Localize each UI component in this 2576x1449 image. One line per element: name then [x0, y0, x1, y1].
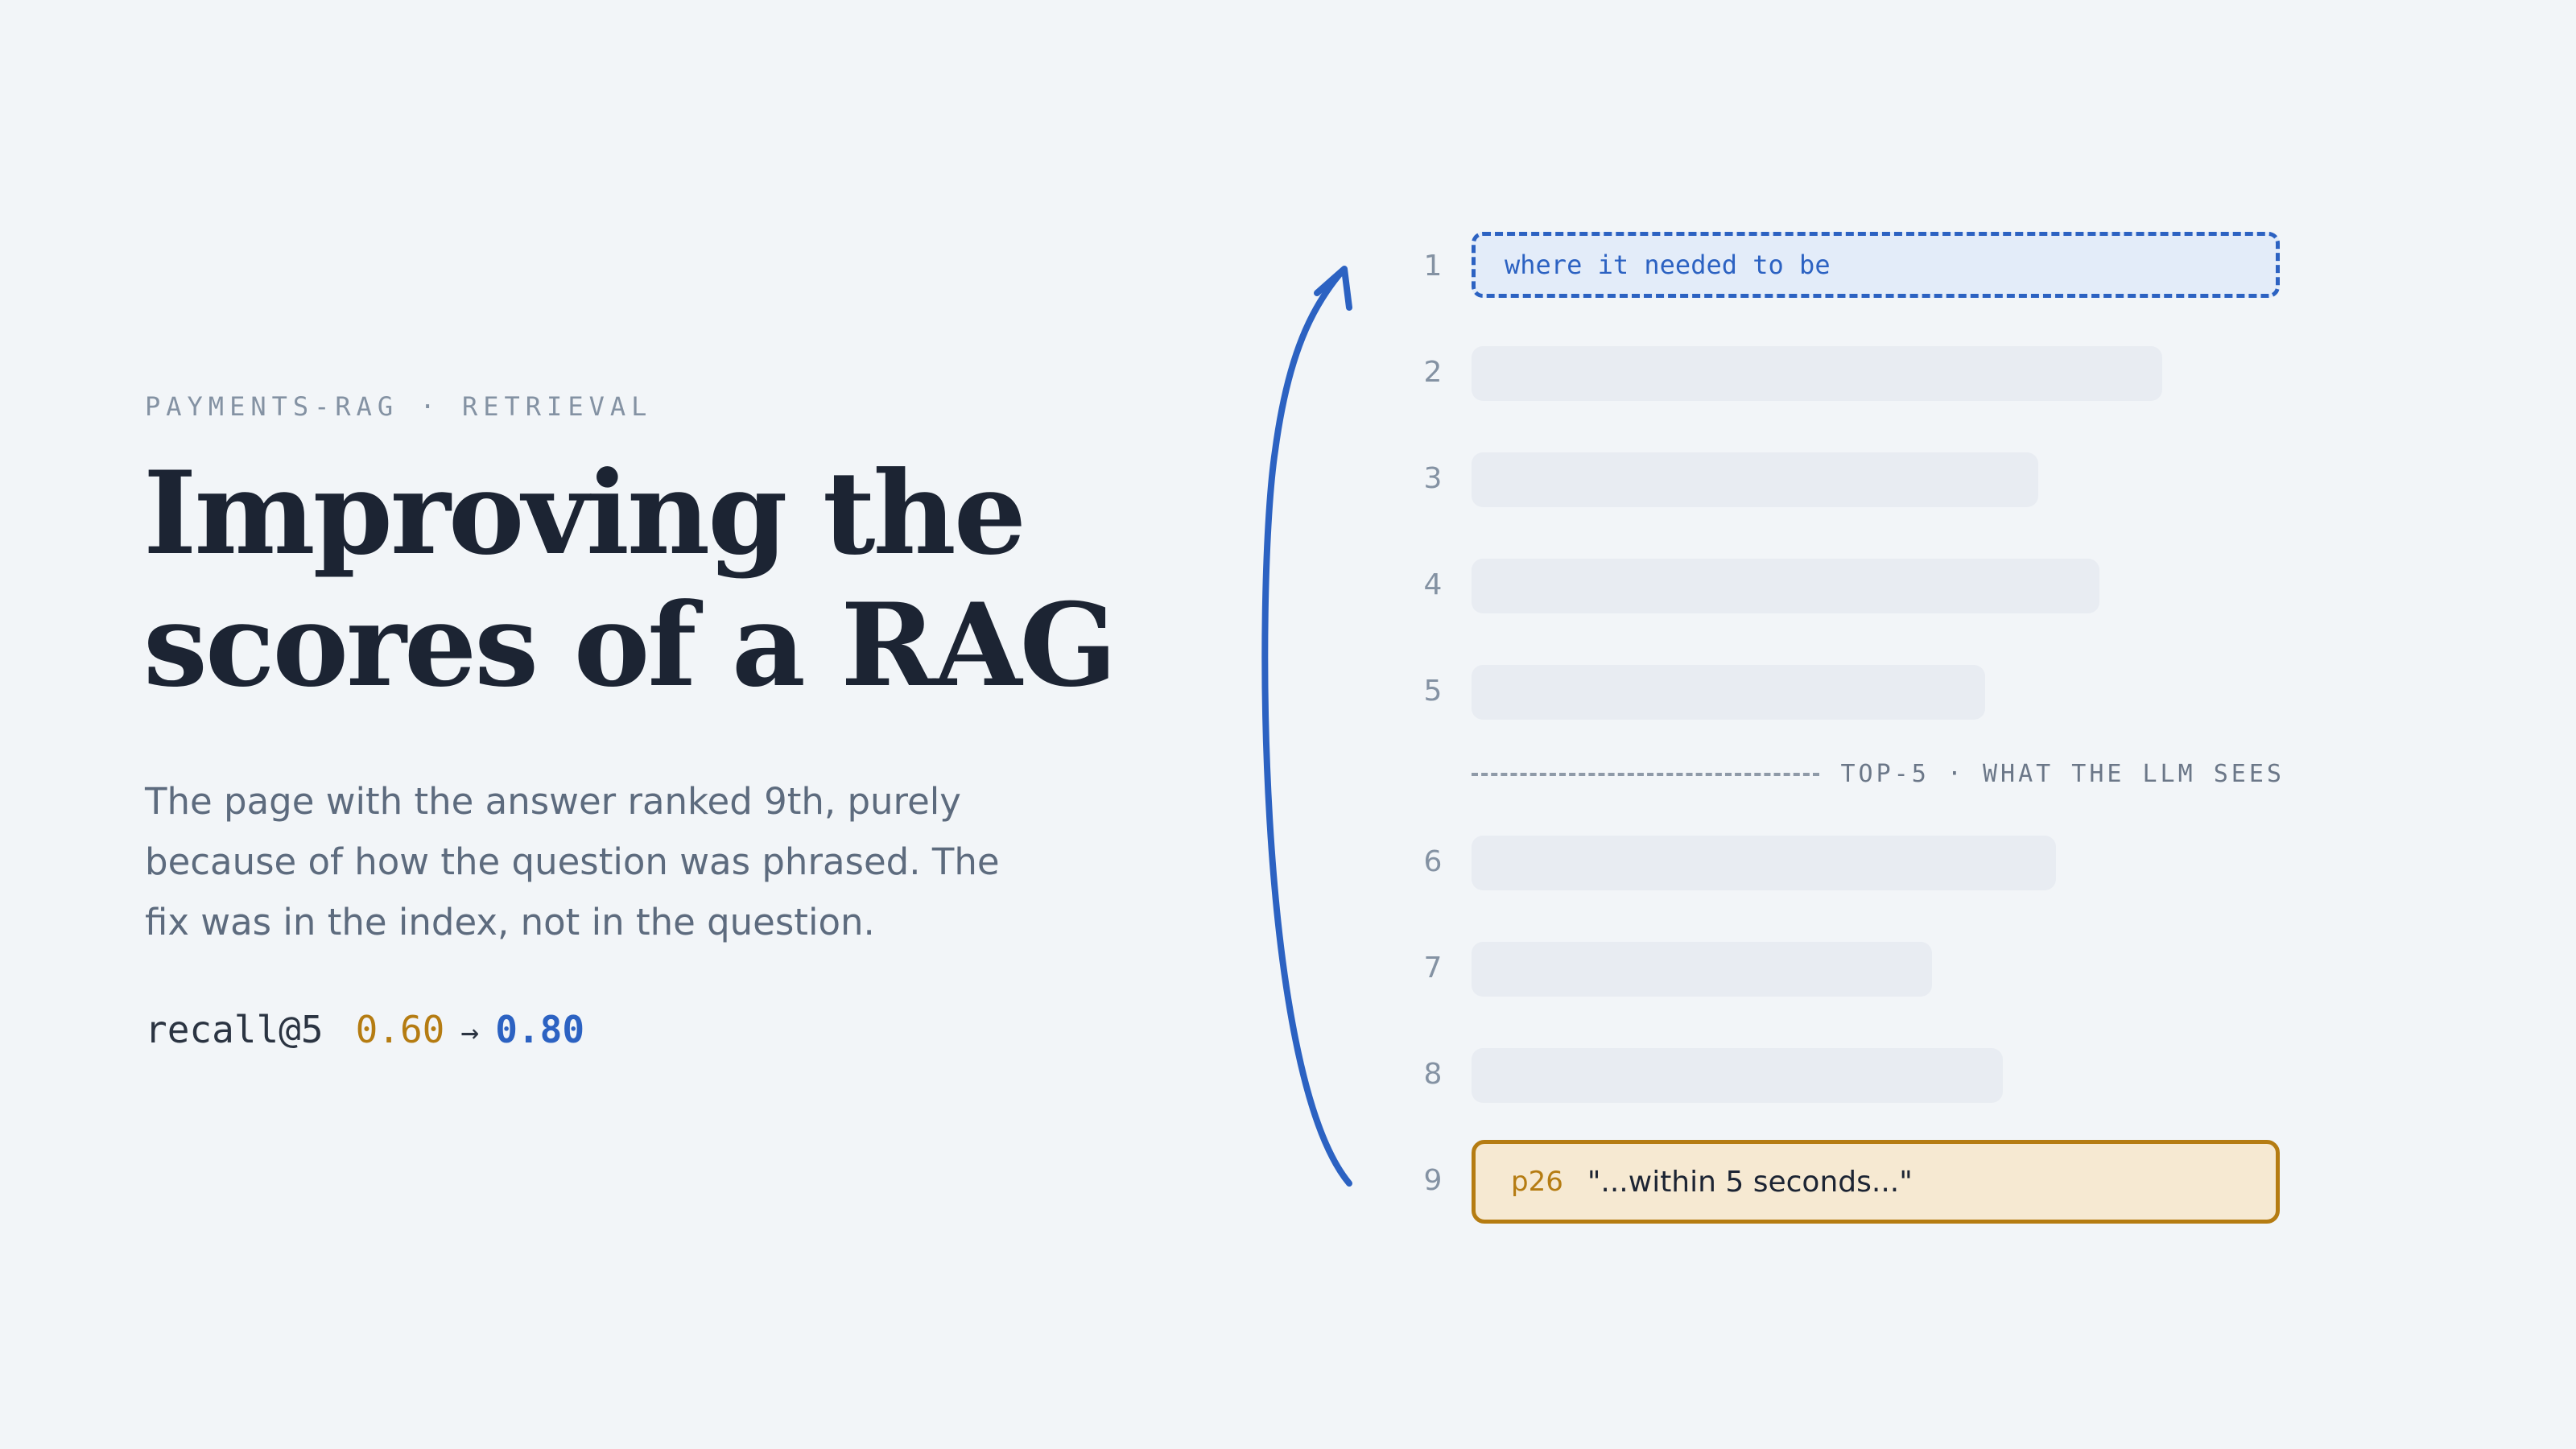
- result-bar-rank-6: [1472, 836, 2056, 890]
- top-5-divider-label: TOP-5 · WHAT THE LLM SEES: [1840, 760, 2285, 788]
- rank-number-3: 3: [1423, 462, 1443, 495]
- answer-page-quote: "...within 5 seconds...": [1587, 1165, 1913, 1199]
- result-bar-rank-5: [1472, 665, 1985, 720]
- rank-number-9: 9: [1423, 1164, 1443, 1197]
- rank-number-1: 1: [1423, 250, 1443, 283]
- rank-number-7: 7: [1423, 952, 1443, 985]
- top-5-divider: TOP-5 · WHAT THE LLM SEES: [1472, 760, 2285, 788]
- top-5-divider-line: [1472, 772, 1820, 776]
- answer-page-rank-9: p26 "...within 5 seconds...": [1472, 1140, 2280, 1224]
- rank-number-5: 5: [1423, 675, 1443, 708]
- rank-move-arrow-curve: [1261, 267, 1352, 1187]
- target-slot-label: where it needed to be: [1505, 250, 1831, 280]
- rank-number-2: 2: [1423, 356, 1443, 389]
- rank-move-arrow: [1261, 266, 1352, 1187]
- rank-number-8: 8: [1423, 1058, 1443, 1091]
- result-bar-rank-2: [1472, 346, 2162, 401]
- result-bar-rank-7: [1472, 942, 1932, 997]
- answer-page-id: p26: [1511, 1166, 1563, 1198]
- result-bar-rank-3: [1472, 452, 2038, 507]
- result-bar-rank-4: [1472, 559, 2099, 613]
- rank-number-4: 4: [1423, 568, 1443, 601]
- target-slot-rank-1: where it needed to be: [1472, 232, 2280, 298]
- result-bar-rank-8: [1472, 1048, 2003, 1103]
- rank-number-6: 6: [1423, 845, 1443, 878]
